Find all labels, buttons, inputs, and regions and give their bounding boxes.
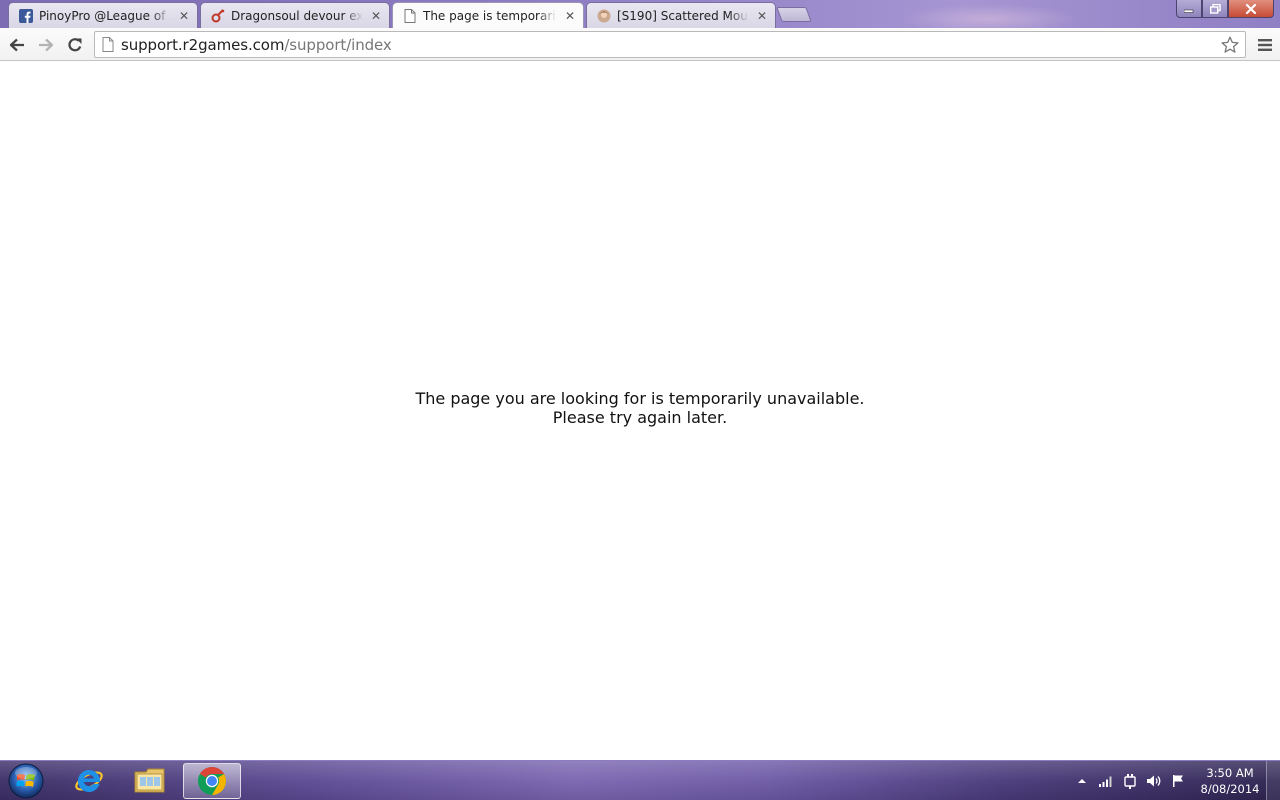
restore-icon	[1209, 3, 1221, 14]
volume-tray-button[interactable]	[1142, 761, 1166, 800]
clock-time: 3:50 AM	[1206, 766, 1254, 780]
back-button[interactable]	[5, 33, 29, 57]
power-plug-icon	[1124, 774, 1136, 789]
page-viewport: The page you are looking for is temporar…	[0, 62, 1280, 760]
tab-title: Dragonsoul devour exp, Hero	[231, 8, 363, 23]
reload-button[interactable]	[63, 33, 87, 57]
action-center-tray-button[interactable]	[1166, 761, 1190, 800]
windows-taskbar: 3:50 AM 8/08/2014	[0, 760, 1280, 800]
network-signal-icon	[1099, 776, 1112, 787]
network-tray-button[interactable]	[1094, 761, 1118, 800]
tab-title: PinoyPro @League of Angels	[39, 8, 171, 23]
restore-button[interactable]	[1202, 0, 1228, 18]
tab-strip: PinoyPro @League of Angels ✕ Dragonsoul …	[0, 0, 1280, 28]
page-icon	[403, 9, 417, 23]
url-text[interactable]: support.r2games.com/support/index	[121, 36, 392, 54]
show-hidden-icons-button[interactable]	[1070, 761, 1094, 800]
bookmark-star-icon[interactable]	[1219, 34, 1241, 56]
windows-start-icon	[8, 763, 44, 799]
tab-title: [S190] Scattered Mountains	[617, 8, 749, 23]
system-tray: 3:50 AM 8/08/2014	[1070, 761, 1280, 800]
new-tab-button[interactable]	[776, 7, 812, 22]
forward-button[interactable]	[34, 33, 58, 57]
windows-start-button[interactable]	[6, 762, 46, 800]
back-arrow-icon	[9, 38, 24, 52]
reload-icon	[68, 38, 82, 52]
window-close-button[interactable]	[1228, 0, 1274, 18]
browser-toolbar: support.r2games.com/support/index	[0, 28, 1280, 61]
tab-title: The page is temporarily unavailable	[423, 9, 557, 23]
taskbar-chrome-active[interactable]	[183, 763, 241, 799]
error-message: The page you are looking for is temporar…	[0, 389, 1280, 427]
tab-4[interactable]: [S190] Scattered Mountains ✕	[586, 2, 776, 28]
tab-3-active[interactable]: The page is temporarily unavailable ✕	[392, 2, 584, 28]
taskbar-file-explorer[interactable]	[121, 763, 179, 799]
chevron-up-icon	[1078, 779, 1086, 783]
file-explorer-icon	[134, 768, 165, 793]
tab-1[interactable]: PinoyPro @League of Angels ✕	[8, 2, 198, 28]
internet-explorer-icon	[75, 769, 103, 792]
url-path: /support/index	[284, 35, 392, 54]
address-bar[interactable]: support.r2games.com/support/index	[94, 31, 1246, 58]
window-controls	[1176, 0, 1274, 18]
tab-2[interactable]: Dragonsoul devour exp, Hero ✕	[200, 2, 390, 28]
taskbar-clock[interactable]: 3:50 AM 8/08/2014	[1198, 765, 1262, 797]
power-tray-button[interactable]	[1118, 761, 1142, 800]
error-message-line-2: Please try again later.	[552, 408, 728, 427]
close-icon[interactable]: ✕	[369, 9, 383, 23]
taskbar-internet-explorer[interactable]	[60, 763, 118, 799]
url-host: support.r2games.com	[121, 35, 285, 54]
facebook-icon	[19, 8, 33, 23]
chrome-menu-button[interactable]	[1254, 33, 1276, 57]
hamburger-menu-icon	[1258, 39, 1272, 51]
forward-arrow-icon	[39, 38, 54, 52]
close-icon[interactable]: ✕	[755, 9, 769, 23]
chrome-icon	[198, 767, 226, 795]
page-icon	[97, 32, 119, 57]
action-center-flag-icon	[1173, 775, 1183, 787]
close-icon[interactable]: ✕	[563, 9, 577, 23]
speaker-volume-icon	[1147, 775, 1161, 787]
minimize-button[interactable]	[1176, 0, 1202, 18]
r2games-icon	[211, 8, 225, 23]
error-message-line-1: The page you are looking for is temporar…	[415, 389, 865, 408]
clock-date: 8/08/2014	[1200, 782, 1260, 796]
close-icon[interactable]: ✕	[177, 9, 191, 23]
game-avatar-icon	[597, 9, 611, 23]
show-desktop-button[interactable]	[1266, 761, 1280, 800]
close-icon	[1245, 3, 1257, 14]
minimize-icon	[1184, 9, 1194, 13]
